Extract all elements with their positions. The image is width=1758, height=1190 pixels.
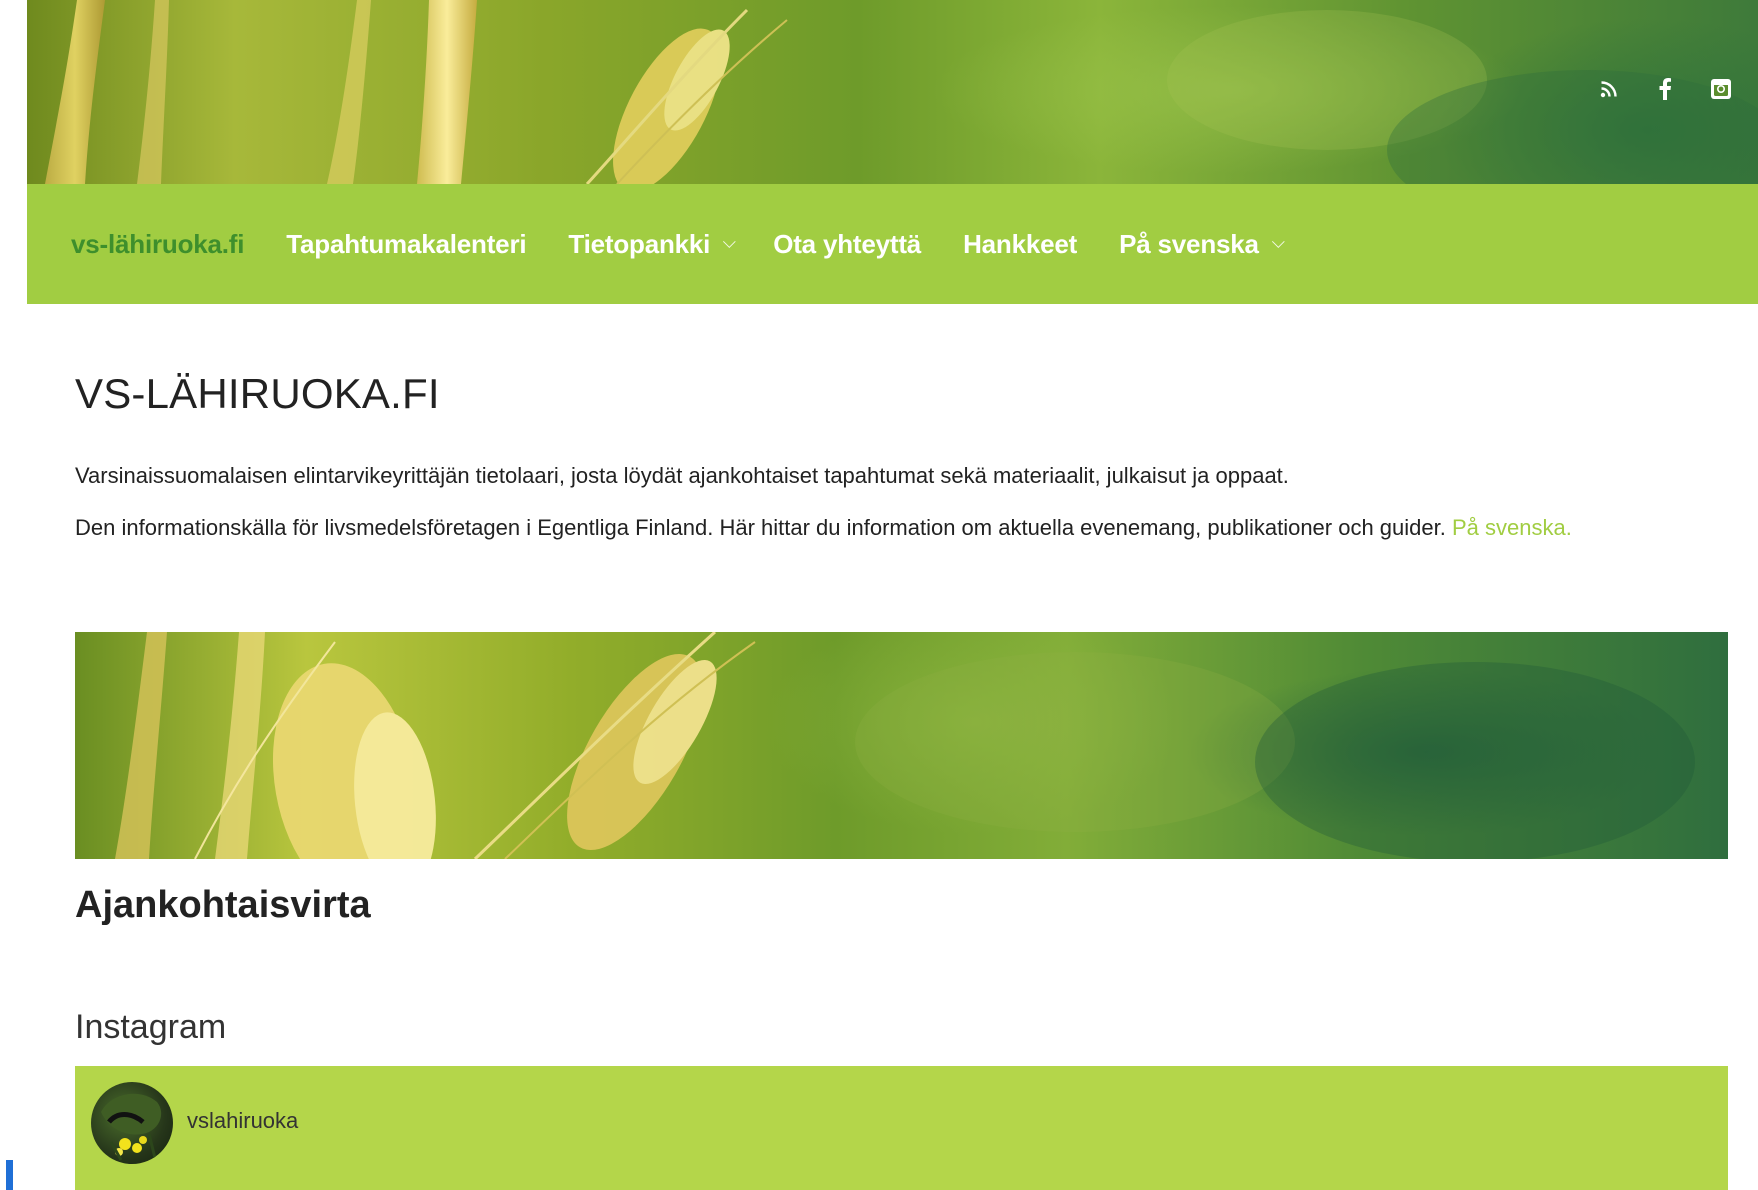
main-navbar: vs-lähiruoka.fi Tapahtumakalenteri Tieto… bbox=[27, 184, 1758, 304]
nav-item-ota-yhteytta[interactable]: Ota yhteyttä bbox=[752, 229, 942, 260]
main-content: VS-LÄHIRUOKA.FI Varsinaissuomalaisen eli… bbox=[75, 304, 1728, 562]
rss-icon[interactable] bbox=[1598, 78, 1620, 100]
nav-item-label: Tietopankki bbox=[568, 228, 711, 259]
pa-svenska-link[interactable]: På svenska. bbox=[1452, 515, 1572, 540]
chevron-down-icon bbox=[723, 234, 736, 248]
nav-item-hankkeet[interactable]: Hankkeet bbox=[942, 229, 1098, 260]
intro-text: Varsinaissuomalaisen elintarvikeyrittäjä… bbox=[75, 458, 1728, 545]
nav-item-home[interactable]: vs-lähiruoka.fi bbox=[71, 229, 265, 260]
page-title: VS-LÄHIRUOKA.FI bbox=[75, 370, 440, 417]
nav-item-pa-svenska[interactable]: På svenska bbox=[1098, 229, 1301, 260]
intro-paragraph-fi: Varsinaissuomalaisen elintarvikeyrittäjä… bbox=[75, 463, 1289, 488]
social-links bbox=[1598, 78, 1732, 100]
nav-item-label: Hankkeet bbox=[963, 228, 1078, 259]
nav-list: vs-lähiruoka.fi Tapahtumakalenteri Tieto… bbox=[71, 229, 1301, 260]
facebook-icon[interactable] bbox=[1654, 78, 1676, 100]
avatar[interactable] bbox=[91, 1082, 173, 1164]
page-edge-marker bbox=[6, 1160, 13, 1190]
nav-item-label: På svenska bbox=[1119, 228, 1259, 259]
intro-sv-text: Den informationskälla för livsmedelsföre… bbox=[75, 515, 1446, 540]
content-banner bbox=[75, 632, 1728, 859]
intro-paragraph-sv: Den informationskälla för livsmedelsföre… bbox=[75, 510, 1728, 545]
chevron-down-icon bbox=[1271, 234, 1285, 248]
nav-item-label: Tapahtumakalenteri bbox=[286, 228, 527, 259]
nav-item-label: vs-lähiruoka.fi bbox=[71, 228, 245, 259]
instagram-feed-card: vslahiruoka bbox=[75, 1066, 1728, 1190]
wheat-graphic bbox=[115, 632, 1695, 859]
instagram-heading: Instagram bbox=[75, 1008, 227, 1046]
nav-item-label: Ota yhteyttä bbox=[773, 228, 922, 259]
nav-item-tietopankki[interactable]: Tietopankki bbox=[547, 229, 752, 260]
instagram-icon[interactable] bbox=[1710, 78, 1732, 100]
instagram-username[interactable]: vslahiruoka bbox=[187, 1108, 298, 1134]
section-title-ajankohtaisvirta: Ajankohtaisvirta bbox=[75, 884, 371, 926]
nav-item-tapahtumakalenteri[interactable]: Tapahtumakalenteri bbox=[265, 229, 547, 260]
wheat-graphic bbox=[45, 0, 1758, 184]
header-banner bbox=[27, 0, 1758, 184]
